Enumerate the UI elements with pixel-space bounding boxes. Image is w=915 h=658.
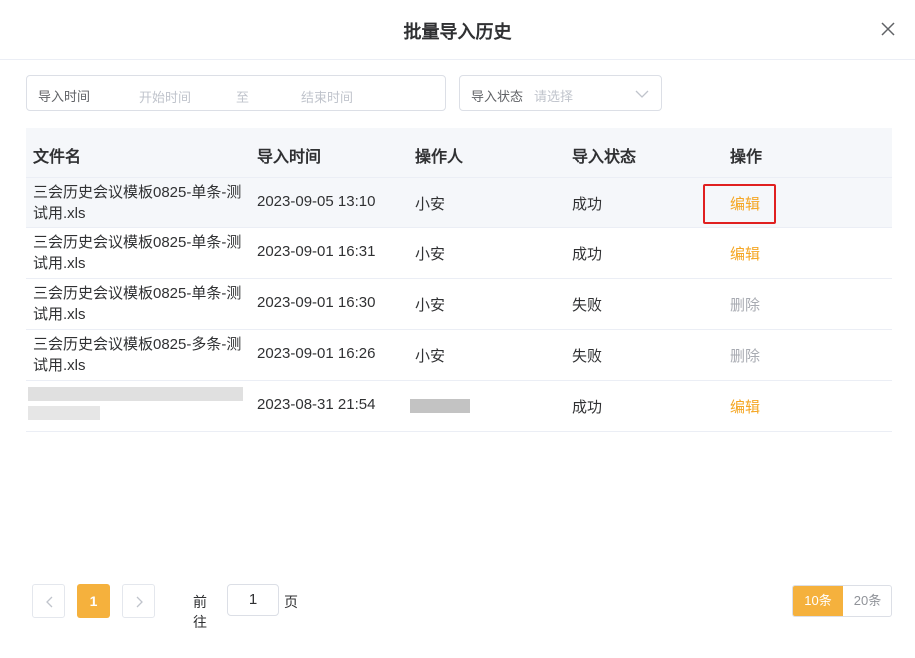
import-time-cell: 2023-08-31 21:54 [257, 396, 376, 413]
operator-cell: 小安 [415, 348, 446, 365]
highlight-box [703, 184, 776, 224]
import-history-table: 文件名 导入时间 操作人 导入状态 操作 三会历史会议模板0825-单条-测试用… [26, 128, 892, 432]
status-cell: 成功 [572, 196, 603, 213]
operator-cell: 小安 [415, 246, 446, 263]
redacted-operator [410, 399, 470, 413]
operator-cell: 小安 [415, 297, 446, 314]
header-file-name: 文件名 [33, 149, 82, 166]
header-import-status: 导入状态 [572, 149, 637, 166]
import-time-label: 导入时间 [38, 89, 91, 104]
page-size-10-button[interactable]: 10条 [793, 586, 843, 616]
goto-label: 前往 [193, 594, 207, 630]
operator-cell: 小安 [415, 196, 446, 213]
header-actions: 操作 [730, 149, 763, 166]
goto-suffix: 页 [284, 594, 298, 610]
import-time-cell: 2023-09-01 16:30 [257, 294, 376, 311]
dialog-title: 批量导入历史 [403, 22, 512, 42]
dialog-header: 批量导入历史 [0, 0, 915, 60]
edit-button[interactable]: 编辑 [730, 396, 760, 417]
import-status-select[interactable]: 导入状态 请选择 [459, 75, 662, 111]
table-row: 三会历史会议模板0825-单条-测试用.xls 2023-09-01 16:30… [26, 279, 892, 330]
header-import-time: 导入时间 [257, 149, 322, 166]
delete-button[interactable]: 删除 [730, 294, 760, 315]
chevron-left-icon [46, 596, 53, 608]
page-size-selector: 10条 20条 [792, 585, 892, 617]
next-page-button[interactable] [122, 584, 155, 618]
import-time-cell: 2023-09-01 16:31 [257, 243, 376, 260]
file-name-cell: 三会历史会议模板0825-单条-测试用.xls [33, 184, 242, 222]
header-operator: 操作人 [415, 149, 464, 166]
end-time-input[interactable]: 结束时间 [301, 87, 353, 106]
status-cell: 成功 [572, 246, 603, 263]
chevron-right-icon [136, 596, 143, 608]
import-time-filter[interactable]: 导入时间 开始时间 至 结束时间 [26, 75, 446, 111]
import-time-cell: 2023-09-05 13:10 [257, 193, 376, 210]
start-time-input[interactable]: 开始时间 [139, 87, 191, 106]
prev-page-button[interactable] [32, 584, 65, 618]
status-cell: 失败 [572, 297, 603, 314]
status-cell: 成功 [572, 399, 603, 416]
import-time-cell: 2023-09-01 16:26 [257, 345, 376, 362]
file-name-cell: 三会历史会议模板0825-单条-测试用.xls [33, 285, 242, 323]
delete-button[interactable]: 删除 [730, 345, 760, 366]
page-size-20-button[interactable]: 20条 [843, 586, 891, 616]
table-row: 三会历史会议模板0825-多条-测试用.xls 2023-09-01 16:26… [26, 330, 892, 381]
table-header: 文件名 导入时间 操作人 导入状态 操作 [26, 128, 892, 177]
file-name-cell: 三会历史会议模板0825-单条-测试用.xls [33, 234, 242, 272]
table-row: 2023-08-31 21:54 成功 编辑 [26, 381, 892, 432]
import-status-label: 导入状态 [471, 89, 524, 104]
redacted-file-name [28, 406, 100, 420]
redacted-file-name [28, 387, 243, 401]
page-1-button[interactable]: 1 [77, 584, 110, 618]
range-separator: 至 [236, 90, 250, 105]
file-name-cell: 三会历史会议模板0825-多条-测试用.xls [33, 336, 242, 374]
edit-button[interactable]: 编辑 [730, 243, 760, 264]
table-row: 三会历史会议模板0825-单条-测试用.xls 2023-09-05 13:10… [26, 177, 892, 228]
close-icon[interactable] [879, 20, 897, 38]
status-placeholder: 请选择 [534, 89, 574, 104]
status-cell: 失败 [572, 348, 603, 365]
goto-page-input[interactable]: 1 [227, 584, 279, 616]
chevron-down-icon [635, 90, 649, 98]
table-row: 三会历史会议模板0825-单条-测试用.xls 2023-09-01 16:31… [26, 228, 892, 279]
